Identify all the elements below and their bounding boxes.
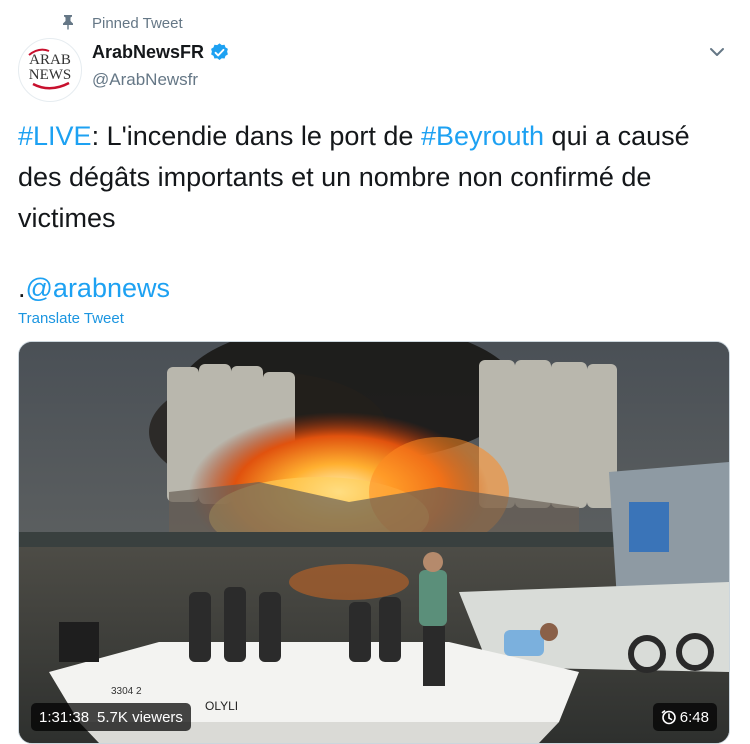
mention-prefix: . — [18, 273, 26, 303]
user-handle[interactable]: @ArabNewsfr — [92, 70, 198, 90]
viewer-count: 5.7K viewers — [97, 708, 183, 726]
tweet-mention-line: .@arabnews — [18, 268, 730, 309]
mention-arabnews[interactable]: @arabnews — [26, 273, 170, 303]
display-name[interactable]: ArabNewsFR — [92, 42, 204, 63]
boat-registration: 3304 2 — [111, 686, 142, 697]
avatar-text-line1: ARAB — [29, 52, 71, 68]
boat-name: OLYLI — [205, 699, 238, 713]
video-frame: 3304 2 OLYLI — [19, 342, 729, 743]
hashtag-live[interactable]: #LIVE — [18, 121, 92, 151]
author-name-row[interactable]: ArabNewsFR — [92, 42, 230, 63]
pin-icon — [63, 15, 73, 30]
pinned-label: Pinned Tweet — [92, 14, 183, 32]
avatar-text-line2: NEWS — [29, 67, 72, 83]
translate-tweet-link[interactable]: Translate Tweet — [18, 310, 124, 327]
video-duration: 6:48 — [679, 708, 709, 726]
duration-badge: 6:48 — [652, 703, 717, 731]
replay-clock-icon — [661, 710, 676, 725]
pinned-tweet-header: Pinned Tweet — [63, 12, 183, 34]
hashtag-beyrouth[interactable]: #Beyrouth — [421, 121, 544, 151]
live-stats-badge: 1:31:38 5.7K viewers — [31, 703, 191, 731]
elapsed-time: 1:31:38 — [39, 708, 90, 726]
verified-badge-icon — [211, 43, 228, 60]
chevron-down-icon[interactable] — [706, 42, 728, 62]
tweet-text: #LIVE: L'incendie dans le port de #Beyro… — [18, 116, 730, 309]
avatar[interactable]: ARAB NEWS — [18, 38, 82, 102]
tweet-text-part1: : L'incendie dans le port de — [91, 121, 421, 151]
video-player[interactable]: 3304 2 OLYLI 1:31:38 5.7K viewers 6:48 — [18, 341, 730, 744]
tweet-body: #LIVE: L'incendie dans le port de #Beyro… — [18, 116, 730, 239]
